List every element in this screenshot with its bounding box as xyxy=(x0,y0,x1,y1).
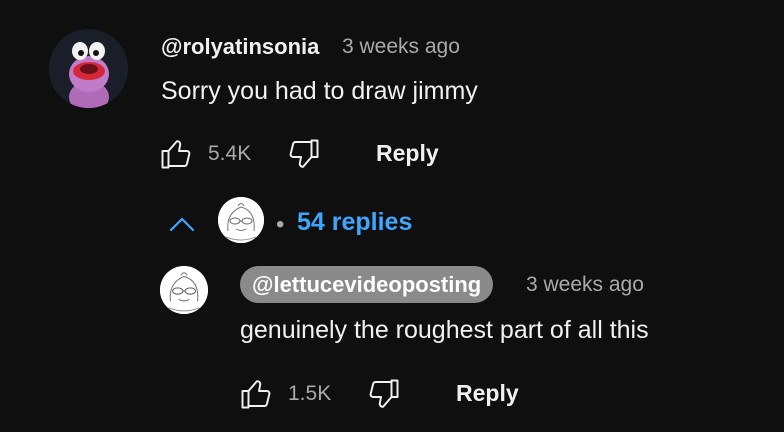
thumbs-up-icon xyxy=(241,380,271,409)
separator-dot: • xyxy=(276,211,285,238)
sketch-face-avatar-icon xyxy=(160,266,208,314)
reply-reply-button[interactable]: Reply xyxy=(456,380,519,407)
replies-count-toggle[interactable]: 54 replies xyxy=(297,208,412,237)
purple-creature-avatar-icon xyxy=(49,29,128,108)
like-count: 5.4K xyxy=(208,142,252,165)
reply-button[interactable]: Reply xyxy=(376,140,439,167)
reply-dislike-button[interactable] xyxy=(366,376,402,412)
thumbs-up-icon xyxy=(161,140,191,169)
dislike-button[interactable] xyxy=(286,136,322,172)
sketch-face-avatar-icon xyxy=(218,197,264,243)
comment-text: Sorry you had to draw jimmy xyxy=(161,77,478,105)
thumbs-down-icon xyxy=(369,379,399,408)
reply-author-avatar[interactable] xyxy=(160,266,208,314)
collapse-replies-button[interactable] xyxy=(168,214,196,234)
reply-like-button[interactable] xyxy=(238,376,274,412)
like-button[interactable] xyxy=(158,136,194,172)
reply-text: genuinely the roughest part of all this xyxy=(240,316,649,344)
chevron-up-icon xyxy=(169,217,195,232)
comment-author[interactable]: @rolyatinsonia xyxy=(161,34,319,60)
reply-like-count: 1.5K xyxy=(288,382,332,405)
thumbs-down-icon xyxy=(289,139,319,168)
creator-reply-avatar xyxy=(218,197,264,243)
reply-timestamp[interactable]: 3 weeks ago xyxy=(526,273,644,297)
commenter-avatar[interactable] xyxy=(49,29,128,108)
comment-timestamp[interactable]: 3 weeks ago xyxy=(342,35,460,59)
reply-author-badge[interactable]: @lettucevideoposting xyxy=(240,266,494,303)
